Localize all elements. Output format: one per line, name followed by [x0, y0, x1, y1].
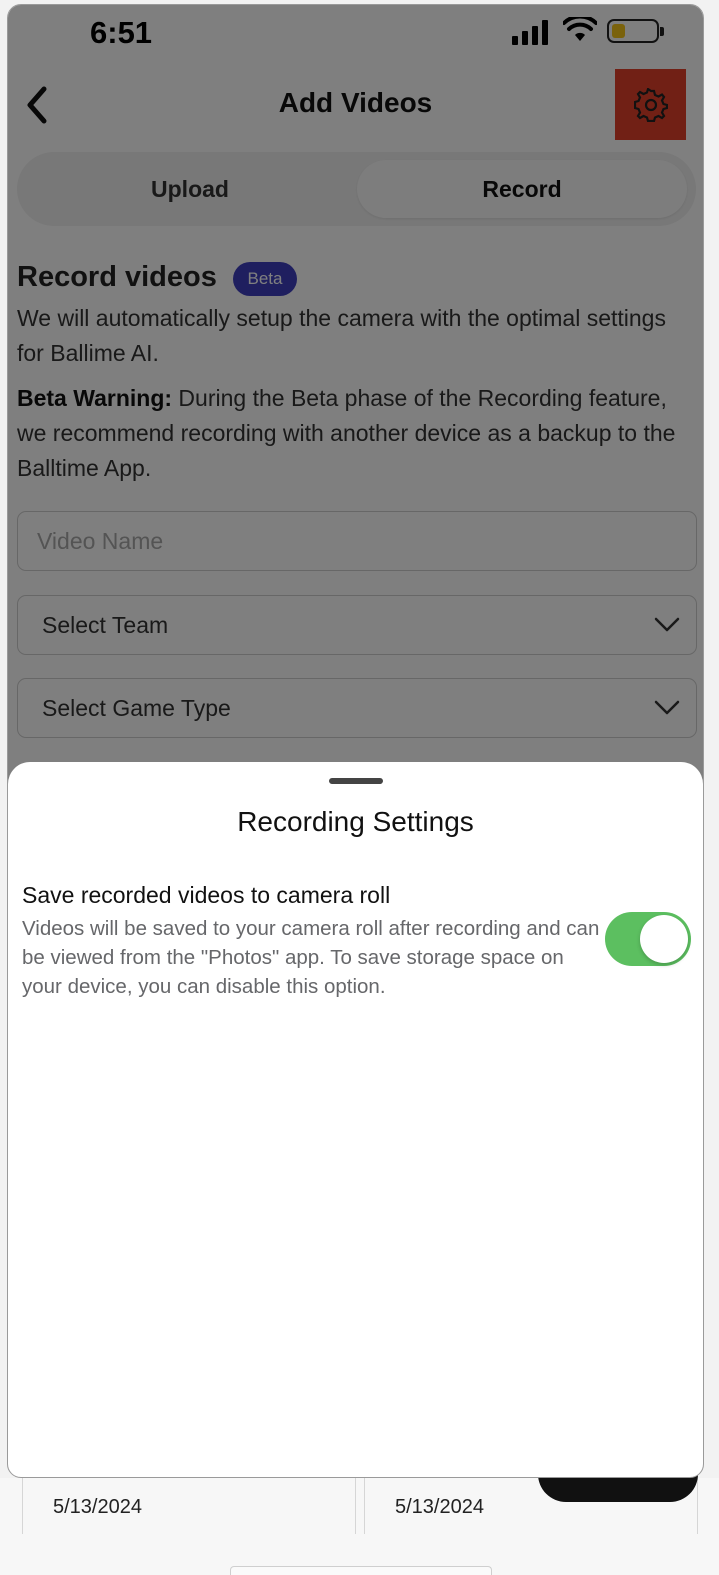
list-item-date: 5/13/2024	[22, 1478, 356, 1534]
toggle-knob	[640, 915, 688, 963]
setting-title: Save recorded videos to camera roll	[22, 882, 391, 908]
recording-settings-sheet: Recording Settings Save recorded videos …	[8, 762, 703, 1477]
setting-description: Videos will be saved to your camera roll…	[22, 917, 600, 998]
camera-roll-toggle[interactable]	[605, 912, 691, 966]
sheet-title: Recording Settings	[237, 806, 474, 837]
sheet-grabber[interactable]	[329, 778, 383, 784]
bottom-edge	[230, 1566, 492, 1575]
phone-screen: 6:51 Add Videos	[7, 4, 704, 1478]
